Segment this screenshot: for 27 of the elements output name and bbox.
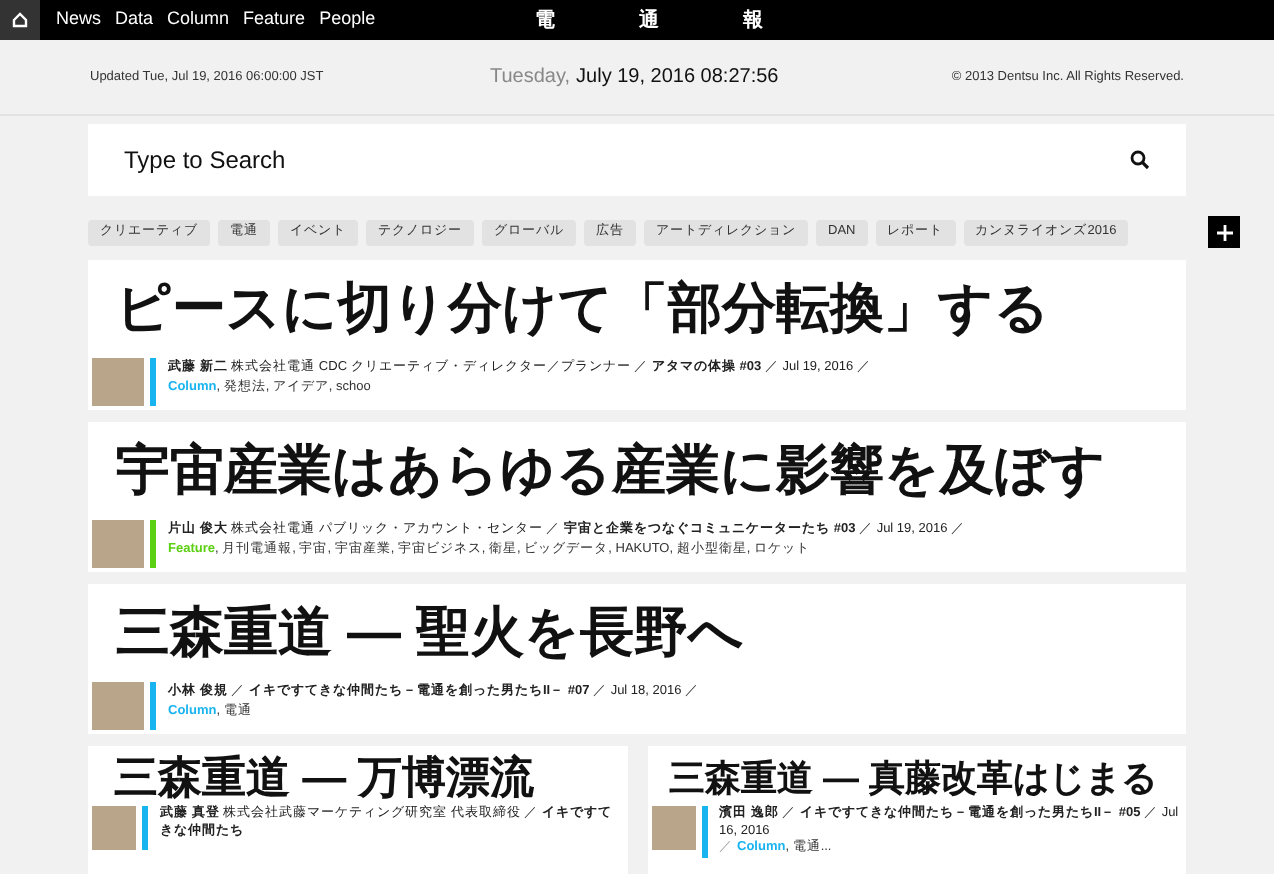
logo-character[interactable]: 電 bbox=[535, 5, 556, 35]
nav-link[interactable]: News bbox=[56, 6, 102, 34]
photo-placeholder bbox=[92, 806, 136, 850]
logo-character[interactable]: 通 bbox=[639, 5, 660, 35]
logo-character[interactable]: 報 bbox=[743, 5, 764, 35]
add-button[interactable] bbox=[1208, 216, 1240, 248]
nav-link[interactable]: Feature bbox=[243, 6, 306, 34]
article-title[interactable]: 宇宙産業はあらゆる産業に影響を及ぼす bbox=[92, 434, 1182, 506]
current-datetime: July 19, 2016 08:27:56 bbox=[576, 64, 779, 92]
weekday: Tuesday, bbox=[490, 64, 571, 92]
photo-placeholder bbox=[92, 358, 144, 406]
article-title[interactable]: 三森重道 — 真藤改革はじまる bbox=[651, 752, 1182, 804]
photo-placeholder bbox=[92, 520, 144, 568]
nav-link[interactable]: People bbox=[319, 6, 376, 34]
photo-placeholder bbox=[651, 806, 695, 850]
plus-icon bbox=[1215, 223, 1233, 241]
nav-link[interactable]: Data bbox=[115, 6, 154, 34]
article-title[interactable]: 三森重道 — 万博漂流 bbox=[92, 752, 623, 804]
article-title[interactable]: 三森重道 — 聖火を長野へ bbox=[92, 596, 1182, 668]
search-input[interactable]: Type to Search bbox=[124, 142, 1130, 178]
search-field[interactable]: Type to Search bbox=[88, 124, 1186, 196]
home-icon bbox=[12, 12, 28, 28]
nav-link[interactable]: Column bbox=[167, 6, 230, 34]
article-title[interactable]: ピースに切り分けて「部分転換」する bbox=[92, 272, 1182, 344]
photo-placeholder bbox=[92, 682, 144, 730]
home-button[interactable] bbox=[0, 0, 40, 40]
search-icon bbox=[1130, 150, 1150, 170]
